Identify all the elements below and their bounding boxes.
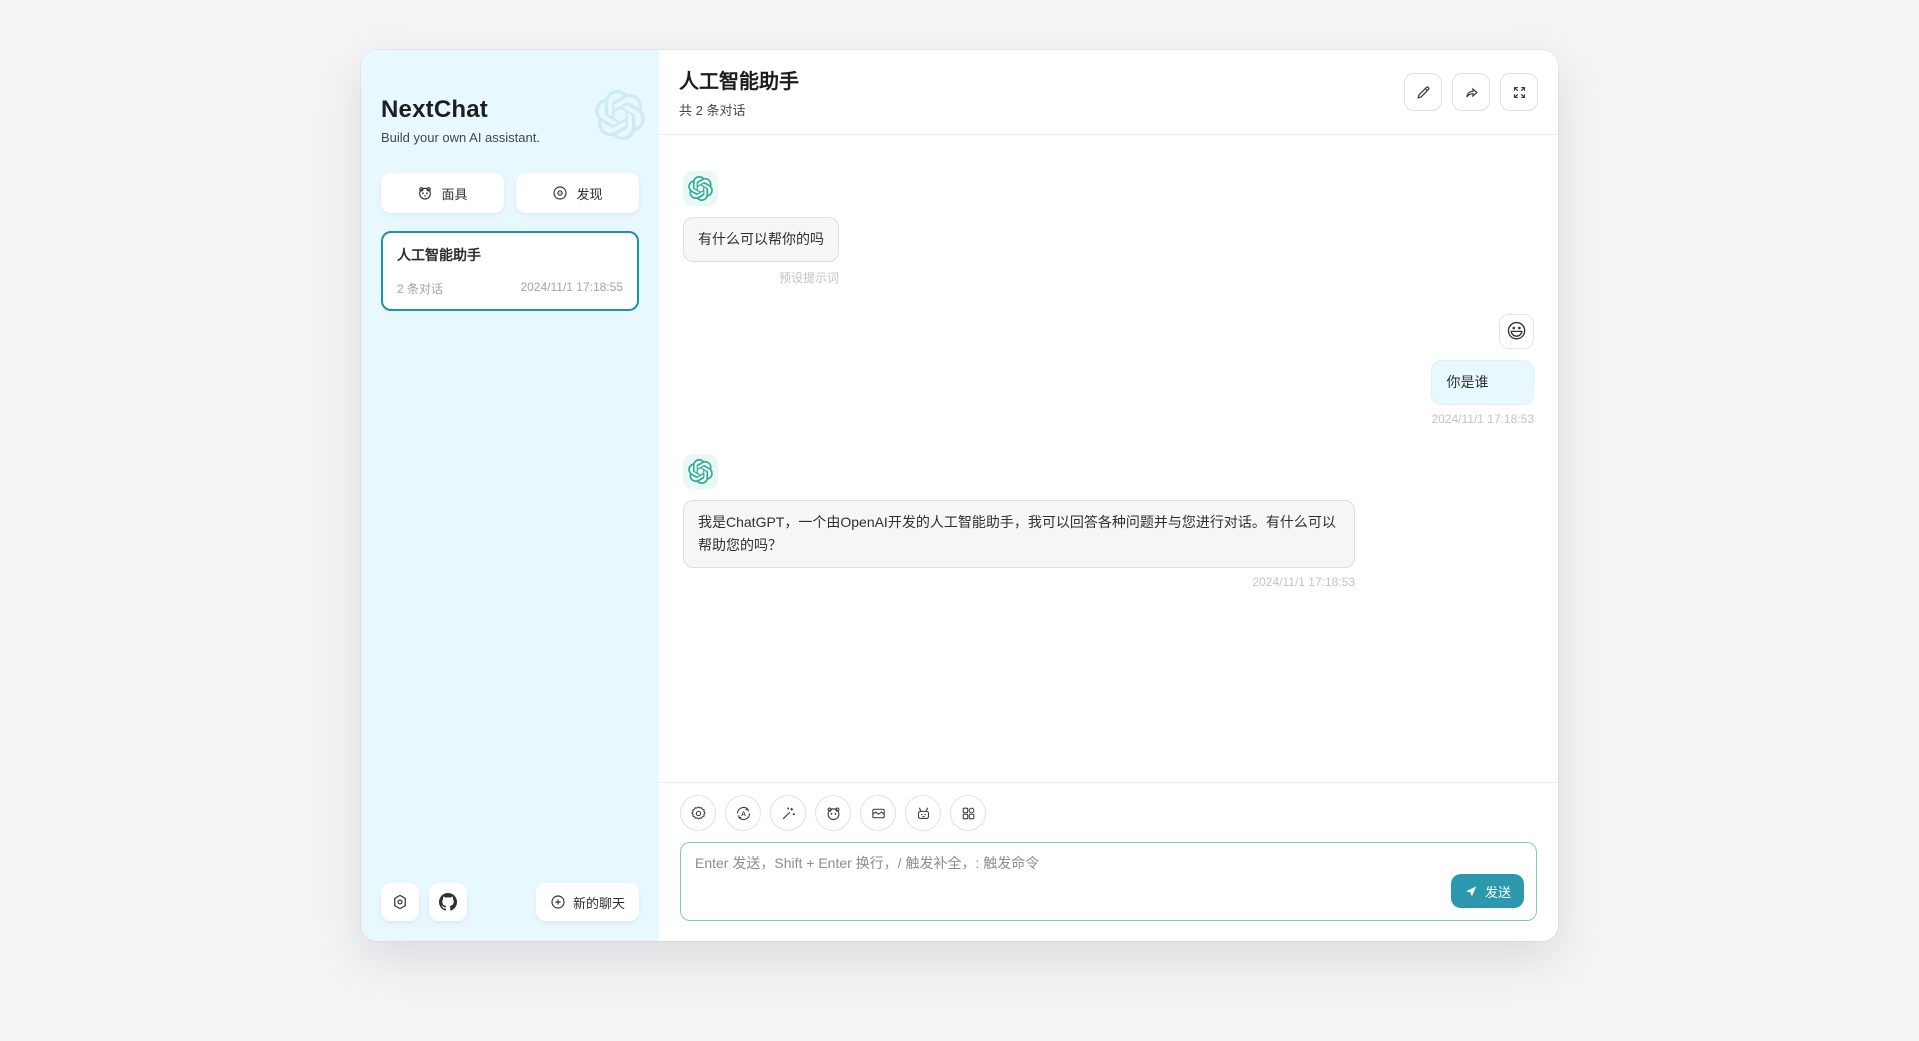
svg-text:A: A [741, 810, 746, 817]
message-bubble[interactable]: 我是ChatGPT，一个由OpenAI开发的人工智能助手，我可以回答各种问题并与… [683, 500, 1355, 568]
theme-auto-button[interactable]: A [725, 795, 761, 831]
chat-message-assistant: 有什么可以帮你的吗 预设提示词 [683, 171, 1534, 286]
fullscreen-icon [1511, 84, 1528, 101]
openai-logo-icon [688, 459, 713, 484]
message-bubble[interactable]: 有什么可以帮你的吗 [683, 217, 839, 262]
message-content: 我是ChatGPT，一个由OpenAI开发的人工智能助手，我可以回答各种问题并与… [683, 489, 1355, 589]
robot-model-icon [915, 805, 932, 822]
discover-button[interactable]: 发现 [516, 173, 639, 213]
model-settings-icon [690, 805, 707, 822]
send-icon [1464, 884, 1478, 898]
rename-icon [1415, 84, 1432, 101]
shortcut-grid-icon [960, 805, 977, 822]
masks-button[interactable]: 面具 [381, 173, 504, 213]
nextchat-watermark-logo-icon [595, 90, 645, 140]
discover-button-label: 发现 [576, 184, 602, 203]
message-meta: 预设提示词 [779, 269, 839, 286]
message-bubble[interactable]: 你是谁 [1431, 360, 1534, 405]
chat-message-count: 共 2 条对话 [679, 100, 799, 119]
shortcut-grid-button[interactable] [950, 795, 986, 831]
message-content: 你是谁 2024/11/1 17:18:53 [1431, 349, 1534, 426]
share-button[interactable] [1452, 73, 1490, 111]
chat-input[interactable] [695, 853, 1522, 910]
settings-button[interactable] [381, 883, 419, 921]
clear-context-button[interactable] [860, 795, 896, 831]
chat-input-panel: A [659, 782, 1558, 941]
discover-icon [552, 185, 568, 201]
app-window: NextChat Build your own AI assistant. 面具 [361, 50, 1558, 941]
model-settings-button[interactable] [680, 795, 716, 831]
mask-icon [825, 805, 842, 822]
new-chat-button[interactable]: 新的聊天 [536, 883, 639, 921]
message-timestamp: 2024/11/1 17:18:53 [1252, 575, 1355, 589]
chat-item-title: 人工智能助手 [397, 245, 623, 265]
theme-auto-icon: A [735, 805, 752, 822]
chat-item-count: 2 条对话 [397, 280, 443, 297]
chat-panel: 人工智能助手 共 2 条对话 [659, 50, 1558, 941]
github-icon [439, 893, 457, 911]
robot-model-button[interactable] [905, 795, 941, 831]
chat-item-info: 2 条对话 2024/11/1 17:18:55 [397, 280, 623, 297]
chat-list-item-selected[interactable]: 人工智能助手 2 条对话 2024/11/1 17:18:55 [381, 231, 639, 311]
assistant-avatar [683, 171, 718, 206]
message-timestamp: 2024/11/1 17:18:53 [1431, 412, 1534, 426]
clear-context-icon [870, 805, 887, 822]
message-content: 有什么可以帮你的吗 预设提示词 [683, 206, 839, 286]
github-button[interactable] [429, 883, 467, 921]
send-button[interactable]: 发送 [1451, 874, 1524, 908]
openai-logo-icon [688, 176, 713, 201]
sidebar-spacer [381, 311, 639, 883]
assistant-avatar [683, 454, 718, 489]
user-avatar: 😃 [1499, 314, 1534, 349]
chat-header-text: 人工智能助手 共 2 条对话 [679, 65, 799, 119]
chat-input-container: 发送 [680, 842, 1537, 921]
fullscreen-button[interactable] [1500, 73, 1538, 111]
chat-message-list[interactable]: 有什么可以帮你的吗 预设提示词 😃 你是谁 2024/11/1 17:18:53… [659, 135, 1558, 782]
mask-icon [417, 185, 433, 201]
masks-toolbar-button[interactable] [815, 795, 851, 831]
rename-button[interactable] [1404, 73, 1442, 111]
settings-icon [391, 893, 409, 911]
prompt-wand-icon [780, 805, 797, 822]
chat-toolbar: A [680, 795, 1537, 831]
chat-header-actions [1404, 73, 1538, 111]
new-chat-button-label: 新的聊天 [573, 893, 625, 912]
chat-title[interactable]: 人工智能助手 [679, 65, 799, 94]
chat-message-user: 😃 你是谁 2024/11/1 17:18:53 [683, 314, 1534, 426]
sidebar: NextChat Build your own AI assistant. 面具 [361, 50, 659, 941]
send-button-label: 发送 [1485, 882, 1511, 901]
chat-header: 人工智能助手 共 2 条对话 [659, 50, 1558, 135]
plus-circle-icon [550, 894, 566, 910]
prompt-wand-button[interactable] [770, 795, 806, 831]
chat-message-assistant: 我是ChatGPT，一个由OpenAI开发的人工智能助手，我可以回答各种问题并与… [683, 454, 1534, 589]
share-icon [1463, 84, 1480, 101]
sidebar-quick-buttons: 面具 发现 [381, 173, 639, 213]
sidebar-footer: 新的聊天 [381, 883, 639, 921]
masks-button-label: 面具 [441, 184, 467, 203]
chat-item-time: 2024/11/1 17:18:55 [520, 280, 623, 297]
